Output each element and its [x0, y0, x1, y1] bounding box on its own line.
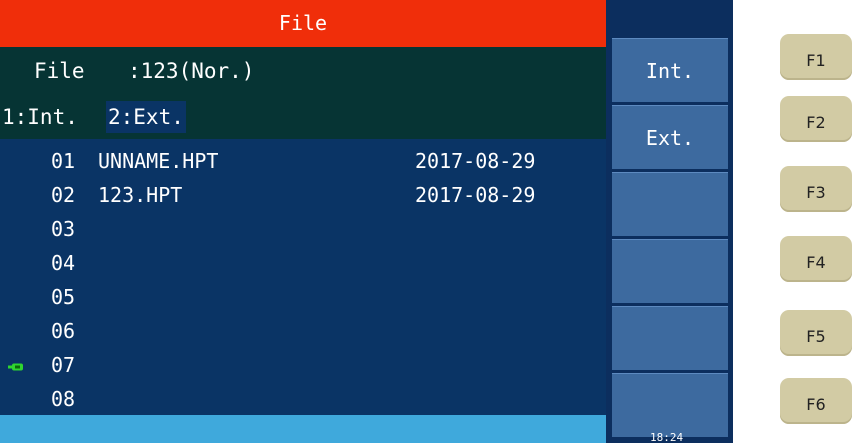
softkey-3[interactable] — [612, 172, 728, 236]
softkey-label — [612, 240, 728, 260]
usb-icon — [8, 363, 23, 371]
tab-external[interactable]: 2:Ext. — [106, 101, 186, 133]
file-number: 01 — [51, 149, 76, 173]
file-number: 08 — [51, 387, 76, 411]
softkey-label — [612, 173, 728, 193]
f4-button[interactable]: F4 — [780, 236, 852, 282]
f5-button[interactable]: F5 — [780, 310, 852, 356]
f3-button[interactable]: F3 — [780, 166, 852, 212]
softkey-internal[interactable]: Int. — [612, 38, 728, 102]
storage-tabs: 1:Int. 2:Ext. — [0, 95, 606, 139]
file-date: 2017-08-29 — [415, 183, 536, 207]
softkey-external[interactable]: Ext. — [612, 105, 728, 169]
file-number: 02 — [51, 183, 76, 207]
list-item[interactable]: 04 — [0, 246, 606, 280]
list-item[interactable]: 03 — [0, 212, 606, 246]
list-item[interactable]: 06 — [0, 314, 606, 348]
softkey-label — [612, 374, 728, 394]
f2-button[interactable]: F2 — [780, 96, 852, 142]
instrument-screen: File File :123(Nor.) 1:Int. 2:Ext. 01 UN… — [0, 0, 733, 444]
list-item[interactable]: 02 123.HPT 2017-08-29 — [0, 178, 606, 212]
clock-time: 18:24 — [650, 431, 684, 444]
file-name: 123.HPT — [98, 183, 183, 207]
status-bar — [0, 415, 606, 443]
list-item[interactable]: 01 UNNAME.HPT 2017-08-29 — [0, 144, 606, 178]
file-number: 04 — [51, 251, 76, 275]
file-number: 05 — [51, 285, 76, 309]
file-list: 01 UNNAME.HPT 2017-08-29 02 123.HPT 2017… — [0, 139, 606, 415]
softkey-panel: Int. Ext. — [606, 0, 733, 443]
file-number: 07 — [51, 353, 76, 377]
current-file-value: :123(Nor.) — [128, 59, 255, 83]
softkey-label — [612, 307, 728, 327]
softkey-label: Int. — [645, 59, 695, 83]
f6-button[interactable]: F6 — [780, 378, 852, 424]
list-item[interactable]: 05 — [0, 280, 606, 314]
current-file-label: File — [34, 59, 85, 83]
current-file-row: File :123(Nor.) — [0, 47, 606, 95]
list-item[interactable]: 08 — [0, 382, 606, 416]
softkey-6[interactable] — [612, 373, 728, 437]
softkey-4[interactable] — [612, 239, 728, 303]
file-date: 2017-08-29 — [415, 149, 536, 173]
file-number: 06 — [51, 319, 76, 343]
page-title: File — [0, 0, 606, 47]
f1-button[interactable]: F1 — [780, 34, 852, 80]
tab-internal[interactable]: 1:Int. — [0, 101, 80, 133]
softkey-5[interactable] — [612, 306, 728, 370]
softkey-label: Ext. — [645, 126, 695, 150]
file-name: UNNAME.HPT — [98, 149, 219, 173]
file-number: 03 — [51, 217, 76, 241]
list-item[interactable]: 07 — [0, 348, 606, 382]
